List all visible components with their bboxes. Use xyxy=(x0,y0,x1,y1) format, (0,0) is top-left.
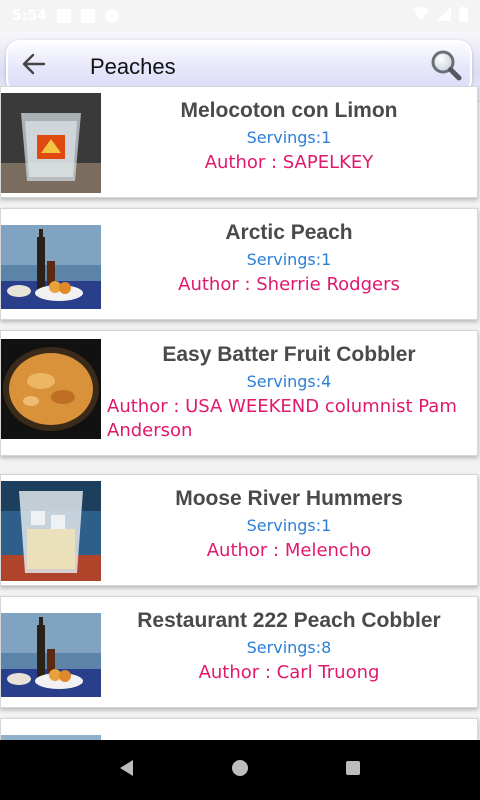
recipe-author: Author : Melencho xyxy=(206,540,372,561)
arrow-left-icon xyxy=(22,52,46,82)
magnifier-icon xyxy=(430,49,462,85)
recipe-card[interactable] xyxy=(0,718,478,740)
system-icons xyxy=(413,6,468,26)
search-input[interactable]: Peaches xyxy=(62,54,420,80)
recipe-servings: Servings:8 xyxy=(246,638,332,657)
signal-icon xyxy=(437,7,451,25)
square-recents-icon xyxy=(343,758,363,782)
status-time: 5:54 xyxy=(12,8,47,24)
recipe-thumbnail xyxy=(1,93,101,193)
recipe-servings: Servings:4 xyxy=(246,372,332,391)
triangle-back-icon xyxy=(117,758,137,782)
recipe-servings: Servings:1 xyxy=(246,250,332,269)
recipe-title: Melocoton con Limon xyxy=(180,99,398,122)
recipe-thumbnail xyxy=(1,481,101,581)
recipe-author: Author : Carl Truong xyxy=(198,662,380,683)
nav-recents-button[interactable] xyxy=(333,750,373,790)
recipe-info: Restaurant 222 Peach Cobbler Servings:8 … xyxy=(101,597,477,707)
app-screen: 5:54 Peaches Melocoton con Limon Serving… xyxy=(0,0,480,800)
nav-back-button[interactable] xyxy=(107,750,147,790)
recipe-title: Easy Batter Fruit Cobbler xyxy=(162,343,416,366)
navigation-bar xyxy=(0,740,480,800)
recipe-card[interactable]: Melocoton con Limon Servings:1 Author : … xyxy=(0,86,478,198)
recipe-card[interactable]: Restaurant 222 Peach Cobbler Servings:8 … xyxy=(0,596,478,708)
recipe-card[interactable]: Moose River Hummers Servings:1 Author : … xyxy=(0,474,478,586)
recipe-list[interactable]: Melocoton con Limon Servings:1 Author : … xyxy=(0,86,480,740)
notification-icons xyxy=(56,9,119,23)
recipe-card[interactable]: Easy Batter Fruit Cobbler Servings:4 Aut… xyxy=(0,330,478,456)
recipe-servings: Servings:1 xyxy=(246,516,332,535)
recipe-info: Easy Batter Fruit Cobbler Servings:4 Aut… xyxy=(101,331,477,455)
sync-icon xyxy=(104,9,119,23)
recipe-title: Arctic Peach xyxy=(225,221,353,244)
recipe-info: Arctic Peach Servings:1 Author : Sherrie… xyxy=(101,209,477,319)
nav-home-button[interactable] xyxy=(220,750,260,790)
recipe-thumbnail xyxy=(1,225,101,309)
battery-icon xyxy=(459,6,468,26)
recipe-info: Melocoton con Limon Servings:1 Author : … xyxy=(101,87,477,197)
recipe-card[interactable]: Arctic Peach Servings:1 Author : Sherrie… xyxy=(0,208,478,320)
recipe-title: Restaurant 222 Peach Cobbler xyxy=(137,609,441,632)
recipe-author: Author : SAPELKEY xyxy=(204,152,374,173)
recipe-info: Moose River Hummers Servings:1 Author : … xyxy=(101,475,477,585)
recipe-author: Author : Sherrie Rodgers xyxy=(178,274,400,295)
sd-card-icon xyxy=(80,9,95,23)
recipe-thumbnail xyxy=(1,339,101,439)
status-bar: 5:54 xyxy=(0,0,480,32)
recipe-thumbnail xyxy=(1,613,101,697)
recipe-servings: Servings:1 xyxy=(246,128,332,147)
recipe-title: Moose River Hummers xyxy=(175,487,403,510)
wifi-icon xyxy=(413,7,429,25)
notification-icon xyxy=(56,9,71,23)
circle-home-icon xyxy=(230,758,250,782)
recipe-author: Author : USA WEEKEND columnist Pam Ander… xyxy=(107,396,457,441)
